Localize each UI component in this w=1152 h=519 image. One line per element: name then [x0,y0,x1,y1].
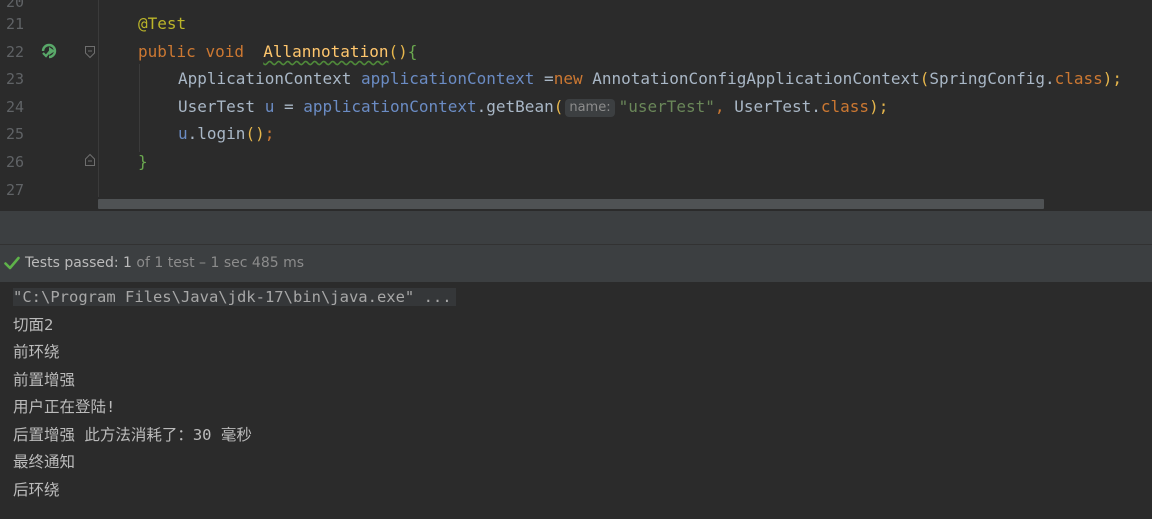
console-command[interactable]: "C:\Program Files\Java\jdk-17\bin\java.e… [13,288,456,306]
string-token: "userTest" [618,97,715,116]
fold-marker-icon[interactable] [84,45,96,59]
line-number: 21 [6,15,25,33]
keyword-token: void [205,42,244,61]
paren-token: ( [919,69,930,88]
console-line: 后环绕 [13,481,60,499]
keyword-token: class [1054,69,1103,88]
status-count: 1 [123,255,132,271]
paren-token: ); [869,97,889,116]
keyword-token: class [820,97,870,116]
semicolon-token: ; [264,124,275,143]
variable-token: u [178,124,188,143]
dot-token: . [811,97,821,116]
dot-token: . [1044,69,1055,88]
line-number: 26 [6,153,25,171]
paren-token: ) [398,42,408,61]
method-call-token: .login [187,124,246,143]
operator-token: = [274,97,304,116]
console-line: 前环绕 [13,343,60,361]
panel-splitter[interactable] [0,211,1152,245]
console-line: 后置增强 此方法消耗了：30 毫秒 [13,426,252,444]
indent-guide [98,0,99,198]
test-status-bar: Tests passed: 1 of 1 test – 1 sec 485 ms [0,245,1152,283]
variable-token: applicationContext [303,97,477,116]
run-test-icon[interactable] [40,41,60,61]
keyword-token: public [138,42,196,61]
annotation-token: @Test [138,14,187,33]
paren-token: ( [553,97,564,116]
test-status-text: Tests passed: 1 of 1 test – 1 sec 485 ms [25,245,304,282]
line-number: 27 [6,181,25,199]
horizontal-scrollbar-thumb[interactable] [98,199,1044,209]
line-number: 24 [6,98,25,116]
console-line: 前置增强 [13,371,76,389]
code-line: public void Allannotation(){ [138,42,417,62]
type-token: UserTest [178,97,256,116]
brace-token: } [138,152,148,171]
console-line: 用户正在登陆! [13,398,116,416]
method-name[interactable]: Allannotation [263,42,388,61]
variable-token: u [264,97,275,116]
line-number: 20 [6,0,25,11]
fold-marker-icon[interactable] [84,153,96,167]
line-number: 23 [6,70,25,88]
code-line: } [138,152,148,172]
check-icon [4,256,20,270]
code-line: UserTest u = applicationContext.getBean(… [178,97,888,117]
editor-gutter: 20 21 22 23 24 25 26 27 [0,0,98,216]
variable-token: applicationContext [361,69,535,88]
paren-token: () [245,124,265,143]
class-ref-token: SpringConfig [929,69,1045,88]
comma-token: , [714,97,735,116]
status-label: Tests passed: [25,255,124,271]
console-output[interactable]: "C:\Program Files\Java\jdk-17\bin\java.e… [0,283,1152,519]
keyword-token: new [553,69,583,88]
type-token: ApplicationContext [178,69,352,88]
line-number: 22 [6,43,25,61]
line-number: 25 [6,125,25,143]
console-line: 最终通知 [13,453,76,471]
code-line: ApplicationContext applicationContext =n… [178,69,1122,89]
method-call-token: .getBean [476,97,554,116]
code-line: u.login(); [178,124,274,144]
code-line: @Test [138,14,186,34]
constructor-token: AnnotationConfigApplicationContext [582,69,920,88]
operator-token: = [534,69,554,88]
parameter-hint: name: [565,99,615,117]
paren-token: ); [1102,69,1123,88]
console-command-line[interactable]: "C:\Program Files\Java\jdk-17\bin\java.e… [13,285,456,309]
code-editor[interactable]: 20 21 22 23 24 25 26 27 @Test public voi… [0,0,1152,216]
brace-token: { [407,42,418,61]
console-line: 切面2 [13,316,54,334]
paren-token: ( [388,42,399,61]
status-detail: of 1 test – 1 sec 485 ms [131,255,305,271]
indent-guide [139,64,140,152]
class-ref-token: UserTest [734,97,812,116]
